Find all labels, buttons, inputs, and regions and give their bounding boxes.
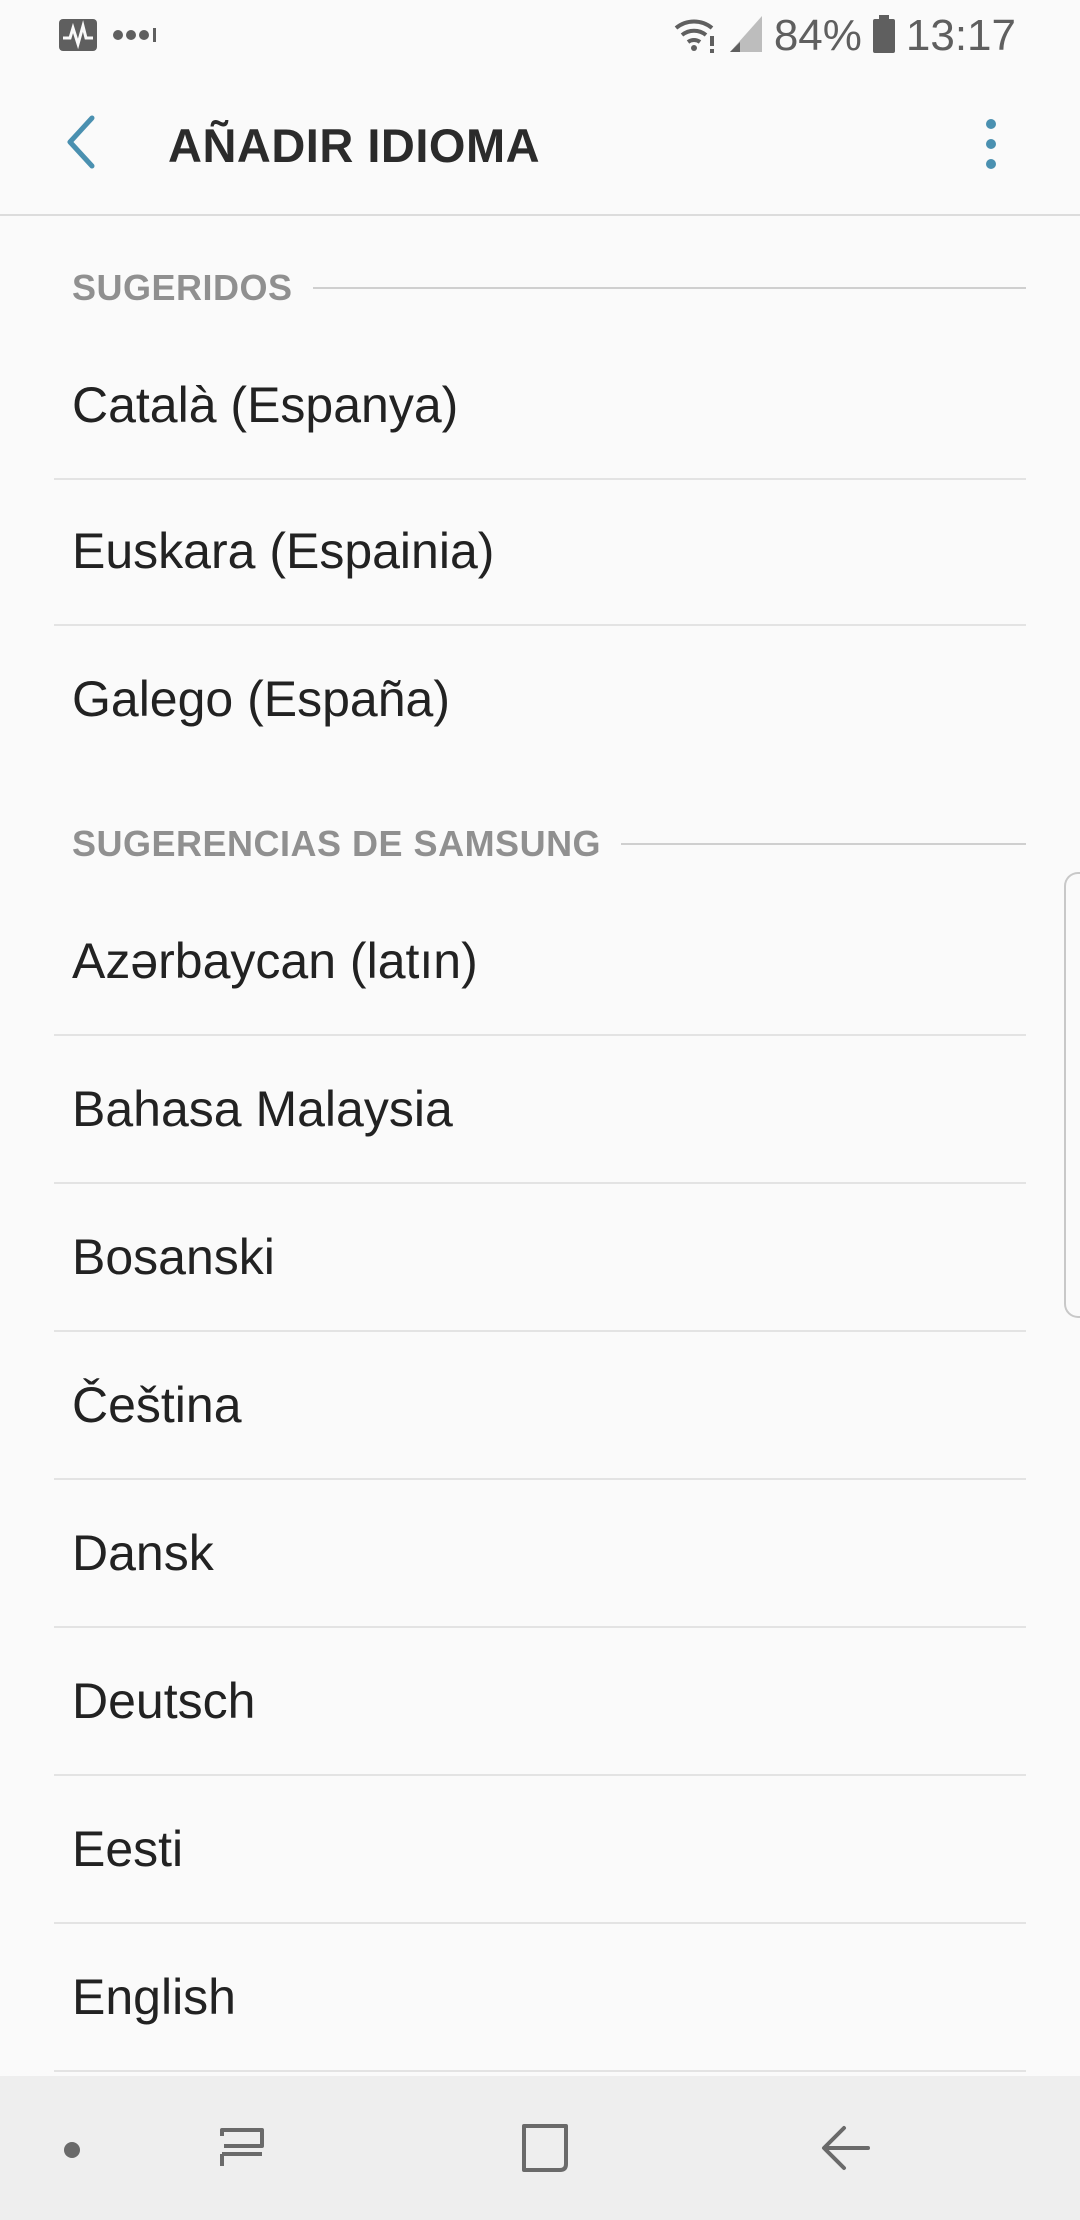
list-item-label: Català (Espanya) xyxy=(72,377,459,433)
recents-button[interactable] xyxy=(206,2114,278,2186)
navigation-bar xyxy=(0,2076,1080,2220)
section-title: SUGERENCIAS DE SAMSUNG xyxy=(72,823,602,864)
list-item-label: Bahasa Malaysia xyxy=(72,1081,453,1137)
status-bar-right: 84% 13:17 xyxy=(672,8,1016,64)
list-item-galego[interactable]: Galego (España) xyxy=(54,626,1026,772)
status-bar: 84% 13:17 xyxy=(0,0,1080,72)
list-item-label: Azərbaycan (latın) xyxy=(72,933,478,989)
section-header-suggested: SUGERIDOS xyxy=(72,258,1026,318)
status-bar-left xyxy=(58,18,158,57)
back-nav-button[interactable] xyxy=(810,2114,882,2186)
home-icon xyxy=(516,2120,572,2181)
recents-icon xyxy=(214,2120,270,2181)
list-item-label: Dansk xyxy=(72,1525,214,1581)
list-item-bosanski[interactable]: Bosanski xyxy=(54,1184,1026,1332)
section-header-samsung: SUGERENCIAS DE SAMSUNG xyxy=(72,814,1026,874)
list-item-english[interactable]: English xyxy=(54,1924,1026,2072)
list-item-dansk[interactable]: Dansk xyxy=(54,1480,1026,1628)
list-item-euskara[interactable]: Euskara (Espainia) xyxy=(54,478,1026,626)
nav-dot-icon[interactable] xyxy=(64,2142,80,2158)
back-button[interactable] xyxy=(44,106,120,182)
list-item-azerbaycan[interactable]: Azərbaycan (latın) xyxy=(54,888,1026,1036)
back-icon xyxy=(818,2120,874,2181)
battery-icon xyxy=(872,14,896,59)
list-item-cestina[interactable]: Čeština xyxy=(54,1332,1026,1480)
list-item-label: Eesti xyxy=(72,1821,184,1877)
section-title: SUGERIDOS xyxy=(72,267,293,308)
list-item-eesti[interactable]: Eesti xyxy=(54,1776,1026,1924)
wifi-icon xyxy=(672,14,718,59)
more-vert-icon xyxy=(983,118,999,175)
clock: 13:17 xyxy=(905,11,1016,60)
list-item-deutsch[interactable]: Deutsch xyxy=(54,1628,1026,1776)
activity-icon xyxy=(58,18,98,57)
battery-percent: 84% xyxy=(773,11,862,60)
section-divider xyxy=(312,287,1026,289)
list-item-label: Bosanski xyxy=(72,1229,275,1285)
more-options-button[interactable] xyxy=(956,108,1026,184)
screen: 84% 13:17 AÑADIR IDIOMA SUGERIDOS Català… xyxy=(0,0,1080,2220)
signal-icon xyxy=(728,14,764,59)
page-title: AÑADIR IDIOMA xyxy=(168,119,541,172)
back-arrow-icon xyxy=(62,114,102,175)
scrollbar[interactable] xyxy=(1064,872,1080,1318)
app-bar: AÑADIR IDIOMA xyxy=(0,72,1080,216)
home-button[interactable] xyxy=(508,2114,580,2186)
more-dots-icon xyxy=(112,25,158,50)
list-item-label: English xyxy=(72,1969,236,2025)
list-item-label: Deutsch xyxy=(72,1673,256,1729)
list-item-bahasa-malaysia[interactable]: Bahasa Malaysia xyxy=(54,1036,1026,1184)
list-item-label: Čeština xyxy=(72,1377,242,1433)
list-item-label: Galego (España) xyxy=(72,671,451,727)
list-item-catala[interactable]: Català (Espanya) xyxy=(54,332,1026,480)
section-divider xyxy=(621,843,1026,845)
list-item-label: Euskara (Espainia) xyxy=(72,523,495,579)
